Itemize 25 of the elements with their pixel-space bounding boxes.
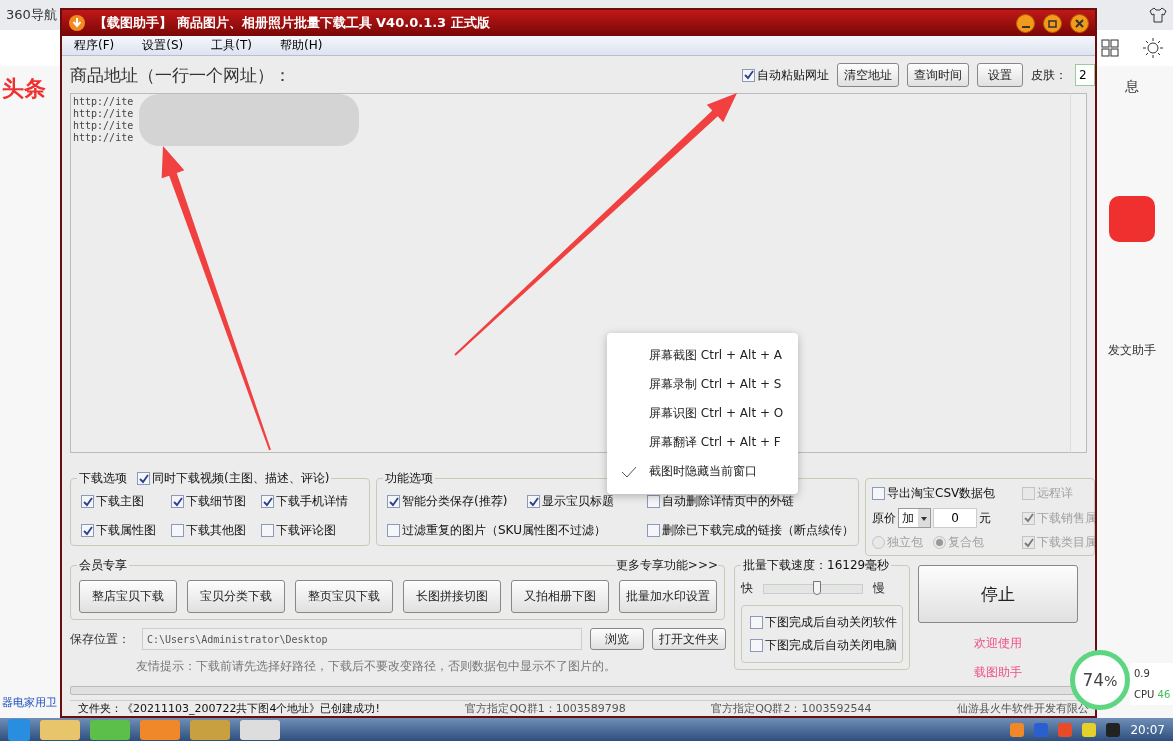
group-title: 会员专享: [79, 557, 127, 575]
status-text: 官方指定QQ群1：1003589798: [465, 702, 626, 716]
url-line: http://ite: [73, 120, 135, 133]
group-title: 功能选项: [385, 470, 433, 488]
usage-percent: 74%: [1082, 670, 1118, 690]
welcome-text: 欢迎使用: [974, 635, 1022, 653]
status-text: 官方指定QQ群2：1003592544: [711, 702, 872, 716]
address-label: 商品地址（一行一个网址）：: [70, 63, 292, 87]
price-label: 原价: [872, 509, 896, 527]
status-text: 文件夹：《20211103_200722共下图4个地址》已创建成功!: [78, 702, 380, 716]
skin-label: 皮肤：: [1031, 66, 1067, 84]
save-location-label: 保存位置：: [70, 630, 131, 648]
hint-text: 友情提示：下载前请先选择好路径，下载后不要改变路径，否则数据包中显示不了图片的。: [135, 658, 617, 676]
url-line: http://ite: [73, 96, 135, 109]
url-line: http://ite: [73, 132, 135, 145]
welcome-text: 载图助手: [974, 664, 1022, 682]
url-line: http://ite: [73, 108, 135, 121]
group-title: 下载选项: [79, 470, 127, 488]
slow-label: 慢: [873, 580, 885, 598]
net-speed: 0.9: [1134, 668, 1151, 679]
speed-title: 批量下载速度：16129毫秒: [743, 557, 890, 575]
cpu-reading: CPU 46: [1134, 689, 1172, 700]
window-title: 【载图助手】 商品图片、相册照片批量下载工具 V40.0.1.3 正式版: [94, 14, 491, 32]
fast-label: 快: [741, 580, 753, 598]
unit-label: 元: [979, 509, 991, 527]
